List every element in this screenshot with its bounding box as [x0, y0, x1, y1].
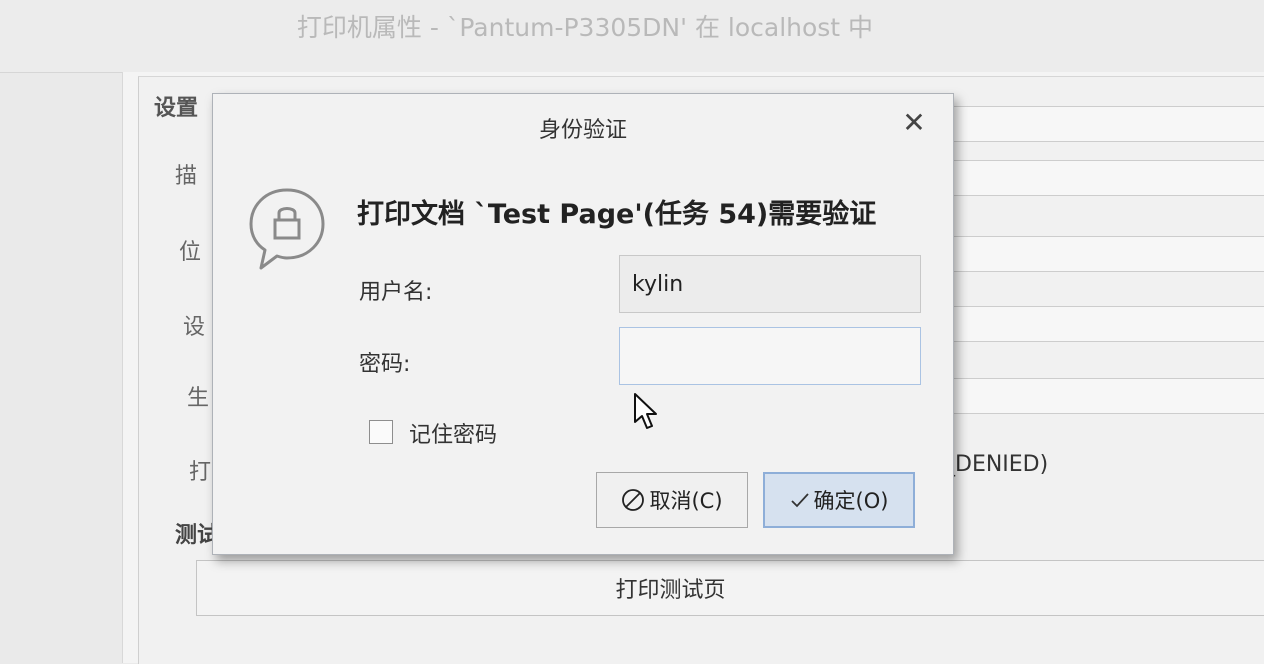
location-label: 位 [179, 240, 202, 265]
print-test-page-button[interactable]: 打印测试页 [196, 560, 1264, 616]
settings-field-row[interactable] [940, 106, 1264, 142]
remember-password-checkbox[interactable] [369, 420, 393, 444]
description-label: 描 [175, 164, 198, 189]
print-test-page-label: 打印测试页 [615, 578, 726, 603]
background-window-title: 打印机属性 - `Pantum-P3305DN' 在 localhost 中 [296, 13, 874, 42]
make-model-field[interactable] [940, 378, 1264, 414]
close-icon: ✕ [902, 106, 926, 139]
username-input[interactable] [619, 255, 921, 313]
device-uri-field[interactable] [940, 306, 1264, 342]
ok-button-label: 确定(O) [813, 489, 889, 513]
auth-message: 打印文档 `Test Page'(任务 54)需要验证 [357, 199, 877, 230]
ok-button[interactable]: 确定(O) [763, 472, 915, 528]
cancel-circle-icon [621, 488, 645, 512]
remember-password-label: 记住密码 [409, 423, 498, 448]
cancel-button[interactable]: 取消(C) [596, 472, 748, 528]
password-input[interactable] [619, 327, 921, 385]
make-model-label: 生 [187, 386, 210, 411]
lock-chat-icon [249, 188, 325, 270]
check-icon [790, 490, 810, 510]
device-uri-label: 设 [183, 315, 206, 340]
dialog-title: 身份验证 [538, 118, 627, 143]
printer-state-label: 打 [189, 460, 212, 485]
location-field[interactable] [940, 236, 1264, 272]
printer-state-value: _DENIED) [944, 452, 1049, 477]
cancel-button-label: 取消(C) [649, 489, 723, 513]
description-field[interactable] [940, 160, 1264, 196]
authentication-dialog: 身份验证 ✕ 打印文档 `Test Page'(任务 54)需要验证 用户名: … [212, 93, 954, 555]
close-button[interactable]: ✕ [899, 108, 929, 138]
username-label: 用户名: [359, 280, 433, 305]
settings-group-title: 设置 [154, 96, 199, 121]
background-window-titlebar: 打印机属性 - `Pantum-P3305DN' 在 localhost 中 [0, 0, 1264, 73]
password-label: 密码: [359, 352, 411, 377]
